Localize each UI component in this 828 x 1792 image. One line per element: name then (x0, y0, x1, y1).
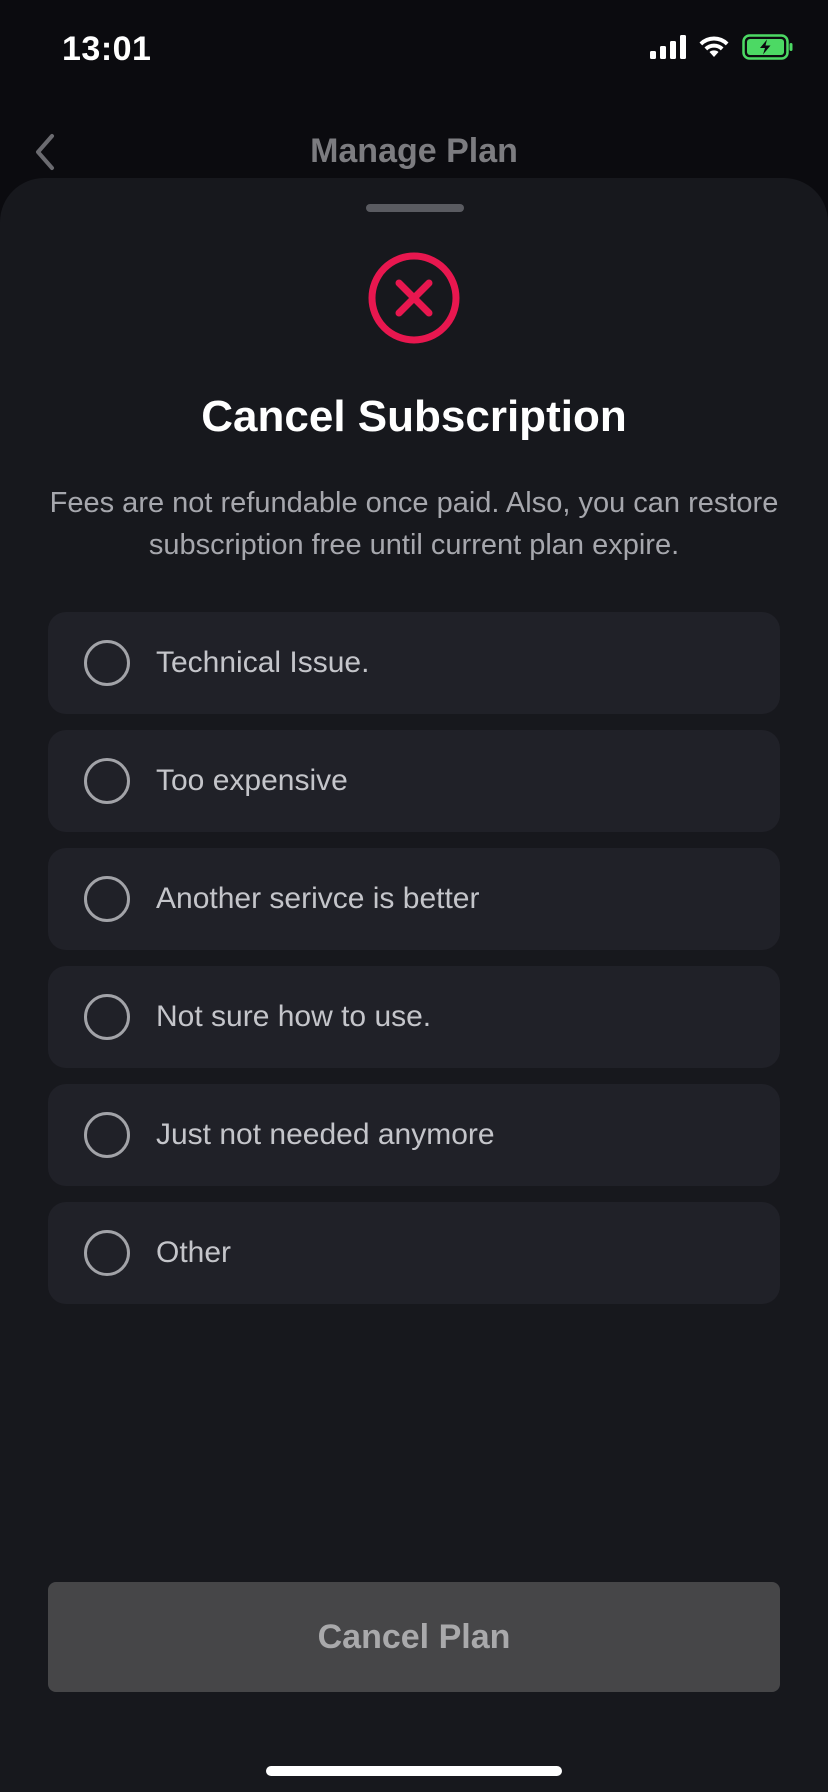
status-icons (650, 33, 794, 65)
reason-option-other[interactable]: Other (48, 1202, 780, 1304)
cancel-subscription-sheet: Cancel Subscription Fees are not refunda… (0, 178, 828, 1792)
reason-option-too-expensive[interactable]: Too expensive (48, 730, 780, 832)
home-indicator[interactable] (266, 1766, 562, 1776)
option-label: Too expensive (156, 764, 348, 797)
reason-option-technical-issue[interactable]: Technical Issue. (48, 612, 780, 714)
radio-button[interactable] (84, 1112, 130, 1158)
wifi-icon (698, 35, 730, 64)
cellular-signal-icon (650, 34, 686, 64)
option-label: Other (156, 1236, 232, 1269)
option-label: Technical Issue. (156, 646, 370, 679)
option-label: Not sure how to use. (156, 1000, 432, 1033)
cancel-circle-icon (366, 250, 462, 346)
reason-option-not-sure[interactable]: Not sure how to use. (48, 966, 780, 1068)
radio-button[interactable] (84, 994, 130, 1040)
reason-option-another-service[interactable]: Another serivce is better (48, 848, 780, 950)
screen: 13:01 Manage Plan Cancel Subscription Fe… (0, 0, 828, 1792)
nav-title: Manage Plan (310, 132, 518, 170)
status-time: 13:01 (62, 30, 152, 68)
status-bar: 13:01 (0, 0, 828, 100)
radio-button[interactable] (84, 1230, 130, 1276)
battery-charging-icon (742, 33, 794, 65)
sheet-title: Cancel Subscription (201, 392, 627, 441)
sheet-description: Fees are not refundable once paid. Also,… (49, 487, 779, 561)
option-label: Just not needed anymore (156, 1118, 495, 1151)
reason-option-not-needed[interactable]: Just not needed anymore (48, 1084, 780, 1186)
radio-button[interactable] (84, 876, 130, 922)
option-label: Another serivce is better (156, 882, 480, 915)
radio-button[interactable] (84, 640, 130, 686)
sheet-grabber[interactable] (366, 204, 464, 212)
cancel-plan-button[interactable]: Cancel Plan (48, 1582, 780, 1692)
radio-button[interactable] (84, 758, 130, 804)
reason-options: Technical Issue. Too expensive Another s… (48, 612, 780, 1320)
